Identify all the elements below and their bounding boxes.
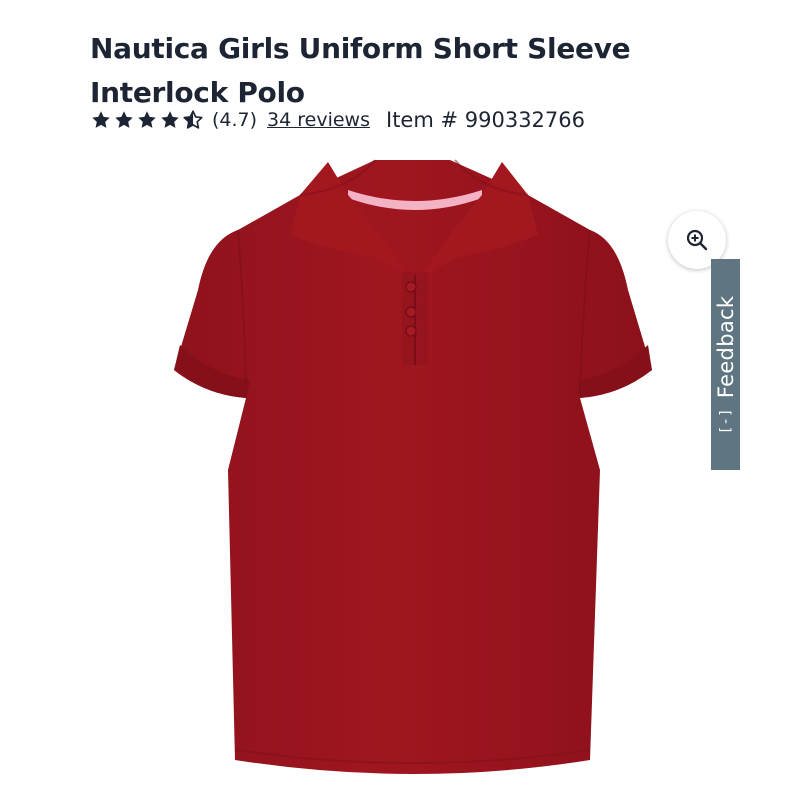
star-full-icon [161,111,179,128]
rating-value: (4.7) [212,109,258,131]
reviews-link[interactable]: 34 reviews [267,109,370,131]
button [405,325,417,337]
shirt-body [174,160,652,774]
button [405,281,417,293]
button [405,306,417,318]
polo-shirt-image [174,159,652,774]
expand-bracket-icon: [-] [717,407,734,434]
zoom-in-icon [686,229,708,251]
feedback-label: Feedback [713,295,738,398]
feedback-tab[interactable]: [-] Feedback [711,259,740,470]
star-rating[interactable] [90,109,204,131]
star-full-icon [138,111,156,128]
feedback-inner: [-] Feedback [714,295,738,434]
product-title: Nautica Girls Uniform Short Sleeve Inter… [90,31,631,109]
star-full-icon [92,111,110,128]
star-half-icon [183,110,203,129]
item-number: Item # 990332766 [386,108,585,132]
star-full-icon [115,111,133,128]
rating-row: (4.7) 34 reviews Item # 990332766 [90,104,585,136]
product-image[interactable] [150,140,680,780]
